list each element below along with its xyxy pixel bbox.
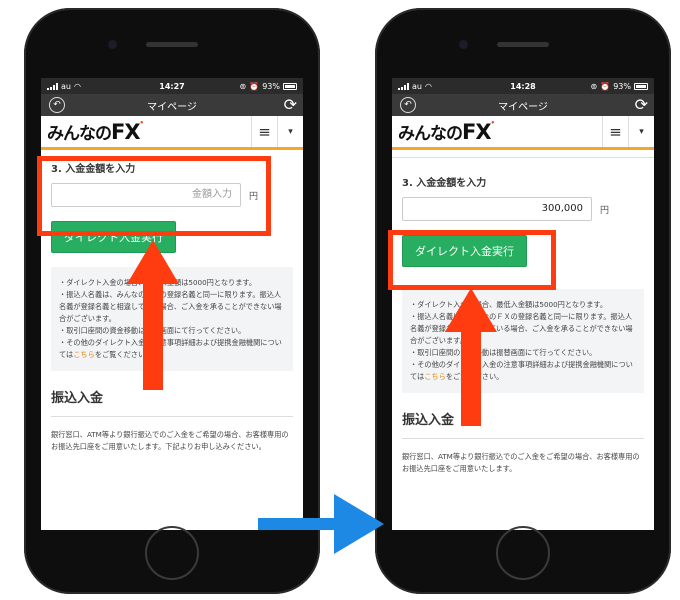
highlight-box-button — [388, 230, 556, 290]
carrier-label: au — [61, 81, 71, 91]
front-camera — [459, 40, 468, 49]
logo[interactable]: みんなのFX• — [41, 119, 144, 144]
status-bar: au ◠ 14:28 ⊚ ⏰ 93% — [392, 78, 654, 94]
home-button[interactable] — [496, 526, 550, 580]
note-line: ・ダイレクト入金の場合、最低入金額は5000円となります。 — [410, 300, 608, 309]
battery-percent: 93% — [613, 81, 631, 91]
note-line: ・振込人名義は、みんなのＦＸの登録名義と同一に限ります。振込人名義が登録名義と相… — [410, 312, 633, 345]
note-line: ・取引口座間の資金移動は振替画面にて行ってください。 — [410, 348, 597, 357]
alarm-icon: ⏰ — [600, 81, 611, 91]
amount-input[interactable]: 300,000 — [402, 197, 592, 221]
wifi-icon: ◠ — [424, 81, 432, 91]
divider — [392, 150, 654, 158]
signal-icon — [47, 82, 58, 90]
chevron-down-icon[interactable]: ▾ — [277, 116, 303, 147]
wifi-icon: ◠ — [73, 81, 81, 91]
hamburger-menu-icon[interactable]: ≡ — [602, 116, 628, 147]
notes-link[interactable]: こちら — [73, 350, 95, 359]
carrier-label: au — [412, 81, 422, 91]
back-arrow-icon[interactable]: ↶ — [400, 97, 416, 113]
reload-icon[interactable]: ⟳ — [284, 95, 297, 115]
clock: 14:27 — [159, 81, 185, 91]
front-camera — [108, 40, 117, 49]
battery-icon — [634, 82, 648, 90]
arrow-right-icon — [258, 494, 384, 554]
back-arrow-icon[interactable]: ↶ — [49, 97, 65, 113]
battery-percent: 93% — [262, 81, 280, 91]
page-title: マイページ — [147, 101, 197, 113]
logo[interactable]: みんなのFX• — [392, 119, 495, 144]
logo-bar: みんなのFX• ≡ ▾ — [392, 116, 654, 150]
status-bar: au ◠ 14:27 ⊚ ⏰ 93% — [41, 78, 303, 94]
note-line: ・その他のダイレクト入金の注意事項詳細および提携金融機関についてはこちらをご覧く… — [410, 360, 633, 381]
arrow-up-icon — [445, 288, 497, 426]
screen-right: au ◠ 14:28 ⊚ ⏰ 93% ↶ マイページ ⟳ みんなのFX• ≡ ▾… — [392, 78, 654, 530]
nav-bar: ↶ マイページ ⟳ — [392, 94, 654, 116]
furikomi-title: 振込入金 — [402, 409, 644, 439]
nav-bar: ↶ マイページ ⟳ — [41, 94, 303, 116]
yen-unit: 円 — [600, 205, 610, 216]
phone-right: au ◠ 14:28 ⊚ ⏰ 93% ↶ マイページ ⟳ みんなのFX• ≡ ▾… — [375, 8, 671, 594]
home-button[interactable] — [145, 526, 199, 580]
highlight-box-amount — [37, 156, 271, 236]
alarm-icon: ⏰ — [249, 81, 260, 91]
signal-icon — [398, 82, 409, 90]
clock: 14:28 — [510, 81, 536, 91]
furikomi-text: 銀行窓口、ATM等より銀行振込でのご入金をご希望の場合、お客様専用のお振込先口座… — [51, 430, 289, 451]
section-label-amount: 3. 入金金額を入力 — [402, 178, 487, 189]
chevron-down-icon[interactable]: ▾ — [628, 116, 654, 147]
furikomi-text: 銀行窓口、ATM等より銀行振込でのご入金をご希望の場合、お客様専用のお振込先口座… — [402, 452, 640, 473]
speaker — [146, 42, 198, 47]
furikomi-title: 振込入金 — [51, 387, 293, 417]
logo-bar: みんなのFX• ≡ ▾ — [41, 116, 303, 150]
notes-link[interactable]: こちら — [424, 372, 446, 381]
reload-icon[interactable]: ⟳ — [635, 95, 648, 115]
speaker — [497, 42, 549, 47]
lock-rotation-icon: ⊚ — [239, 81, 247, 91]
lock-rotation-icon: ⊚ — [590, 81, 598, 91]
page-title: マイページ — [498, 101, 548, 113]
hamburger-menu-icon[interactable]: ≡ — [251, 116, 277, 147]
arrow-up-icon — [127, 240, 179, 390]
battery-icon — [283, 82, 297, 90]
notes-box: ・ダイレクト入金の場合、最低入金額は5000円となります。 ・振込人名義は、みん… — [402, 289, 644, 393]
